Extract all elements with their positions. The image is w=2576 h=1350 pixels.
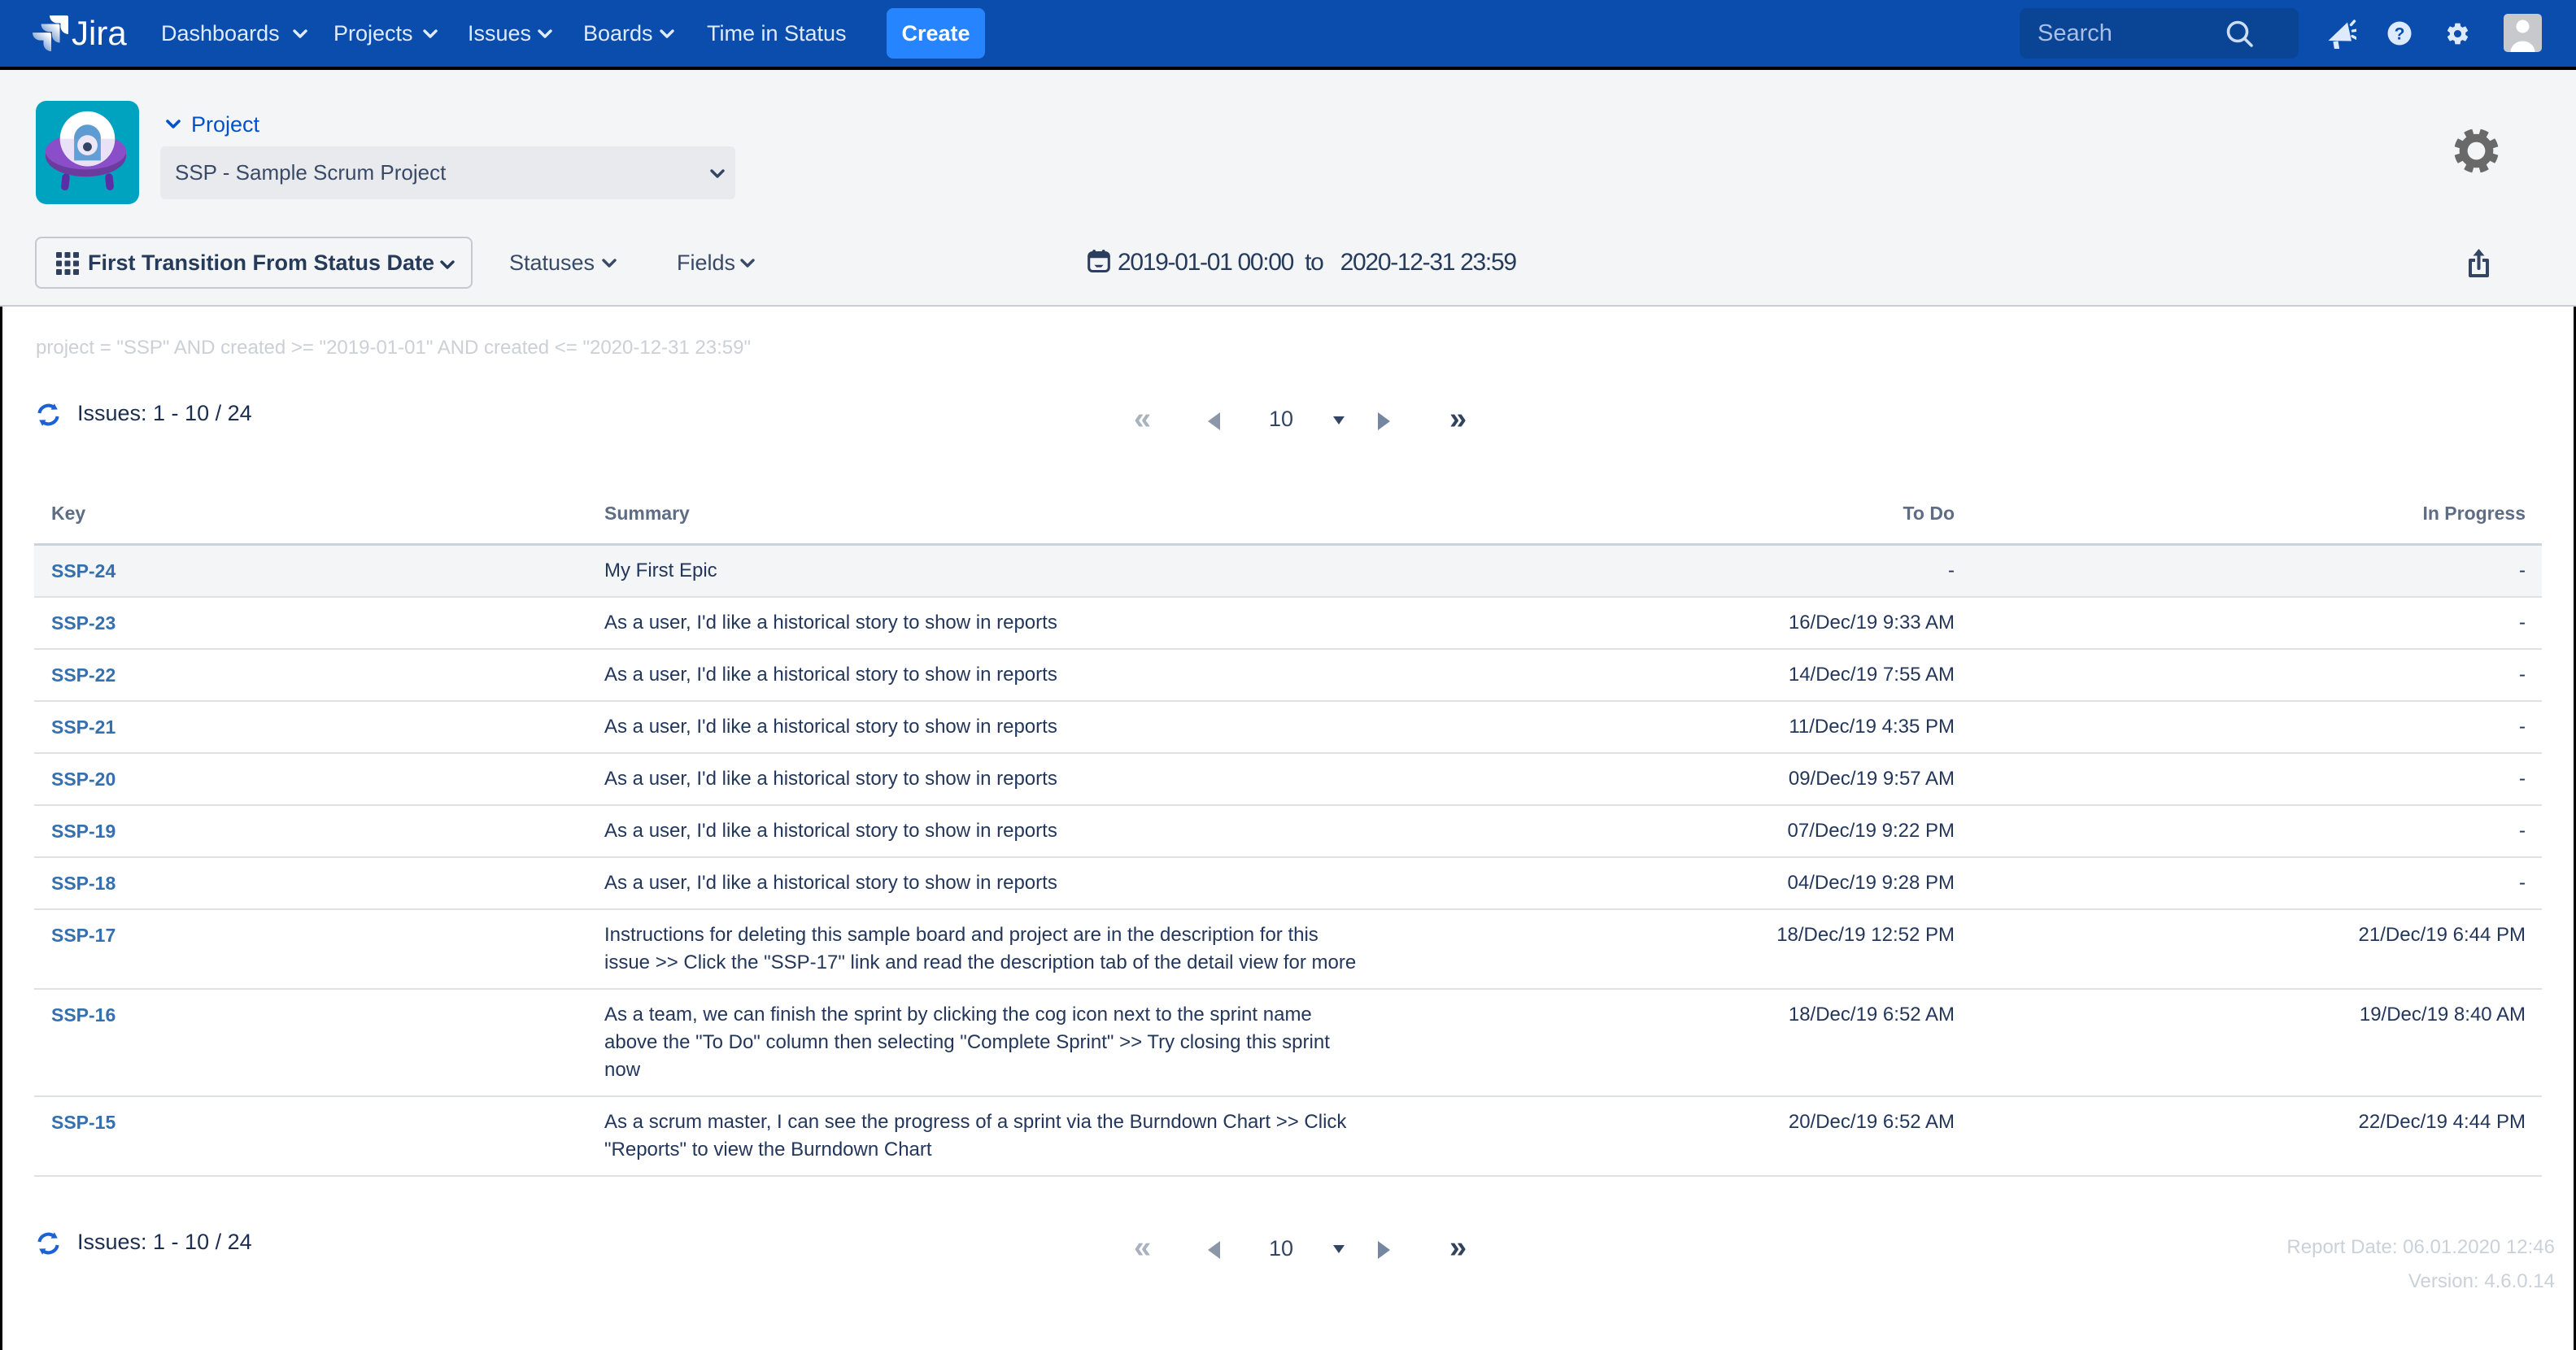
svg-text:?: ? (2395, 25, 2405, 44)
